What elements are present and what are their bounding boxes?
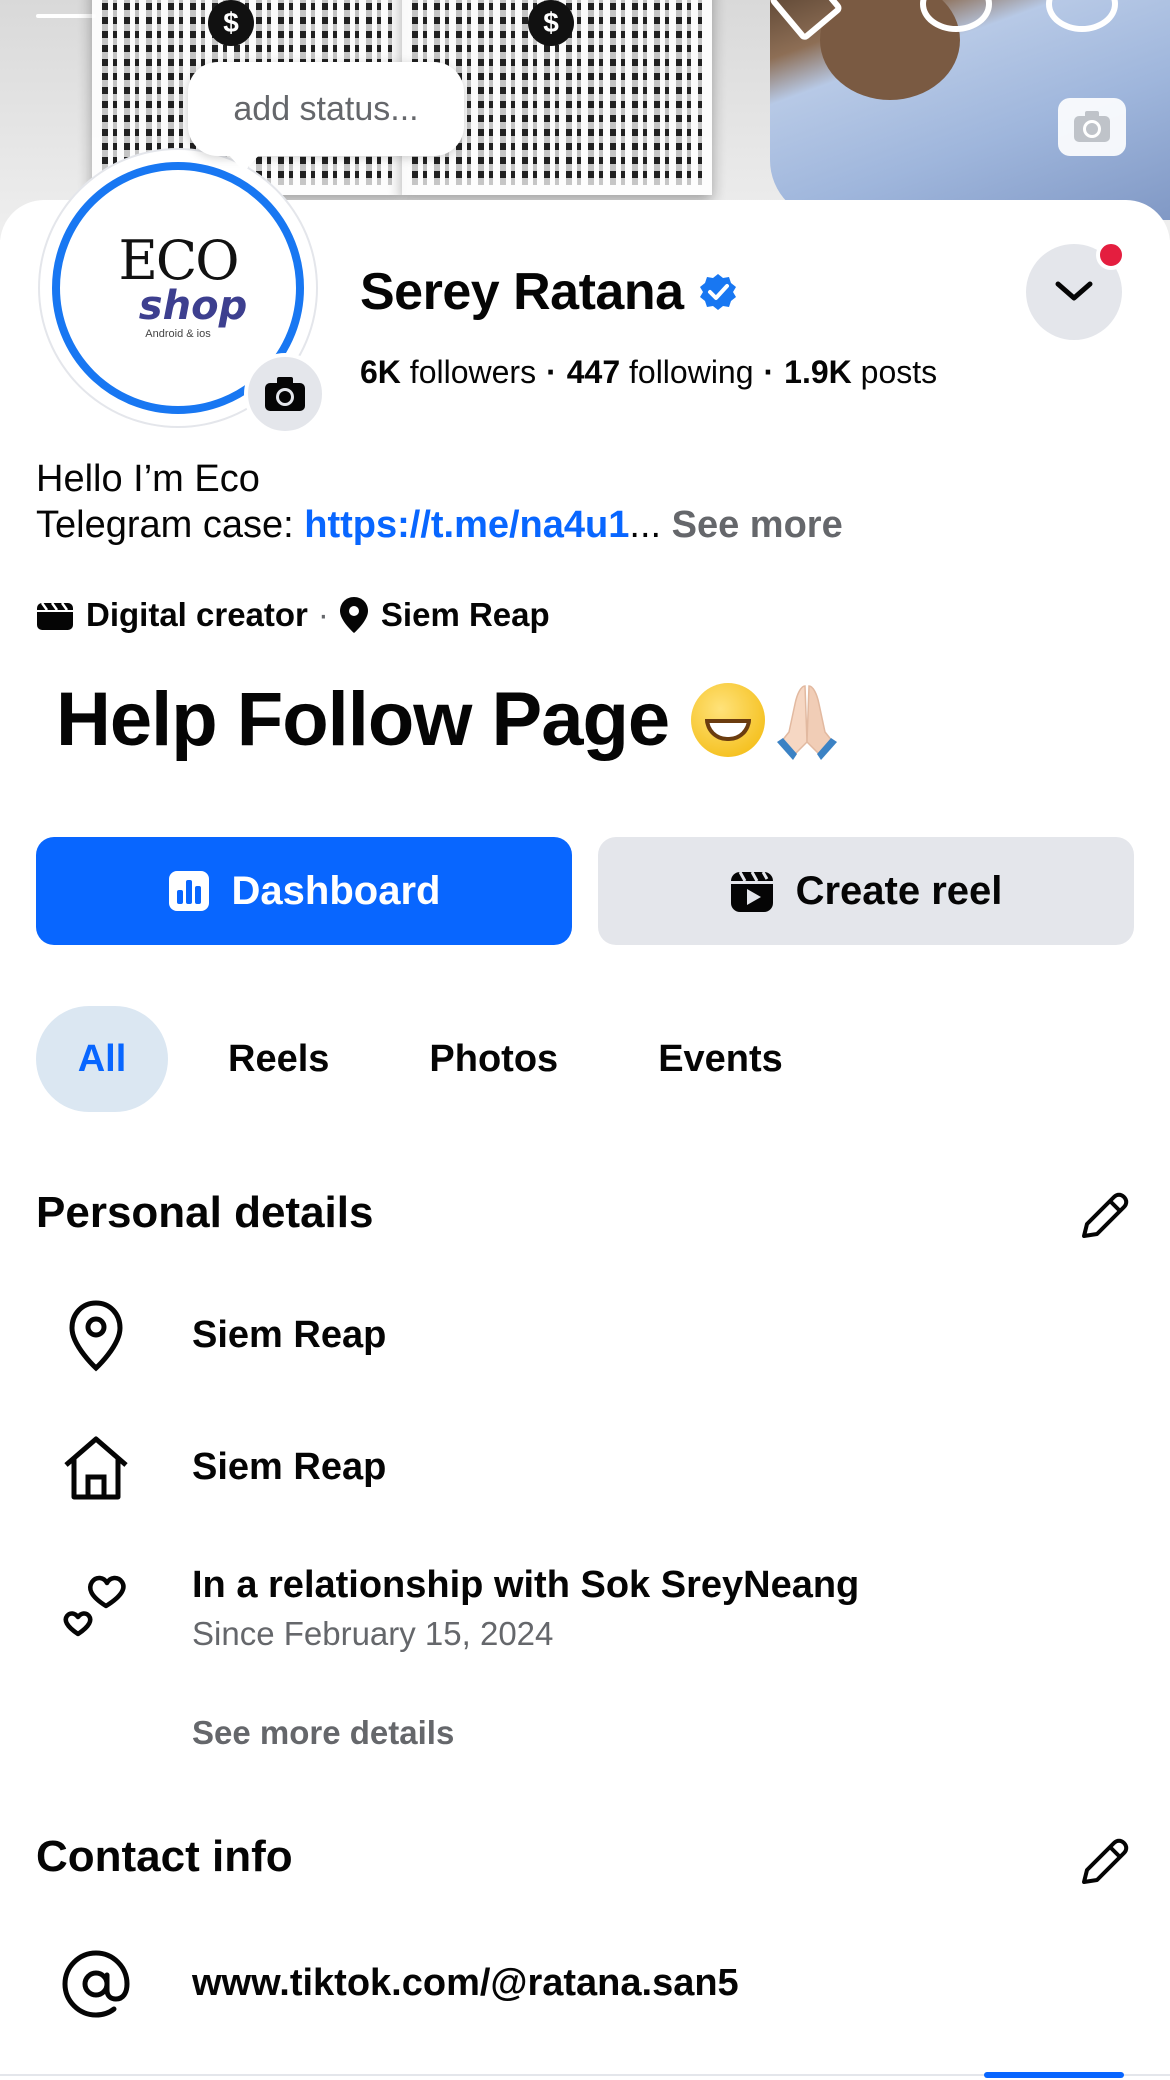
- location-pin-icon: [56, 1296, 136, 1376]
- notification-dot: [1096, 240, 1126, 270]
- website-link[interactable]: www.tiktok.com/@ratana.san5: [192, 1962, 739, 2005]
- edit-personal-details-icon[interactable]: [1076, 1188, 1132, 1244]
- avatar-camera-button[interactable]: [244, 353, 326, 435]
- dollar-icon: $: [208, 0, 254, 46]
- profile-options-button[interactable]: [1026, 240, 1126, 340]
- create-reel-button[interactable]: Create reel: [598, 837, 1134, 945]
- create-reel-label: Create reel: [795, 868, 1003, 913]
- profile-card: add status... ECO shop Android & ios Ser…: [0, 62, 1170, 2080]
- clapperboard-icon: [37, 602, 73, 630]
- detail-row-website[interactable]: www.tiktok.com/@ratana.san5: [56, 1944, 739, 2024]
- home-icon: [56, 1428, 136, 1508]
- tab-reels[interactable]: Reels: [198, 1006, 359, 1112]
- see-more-link[interactable]: See more: [672, 504, 843, 546]
- contact-info-title: Contact info: [36, 1832, 293, 1881]
- posts-stat[interactable]: 1.9K posts: [784, 354, 937, 390]
- dashboard-label: Dashboard: [231, 868, 441, 913]
- see-more-details-link[interactable]: See more details: [192, 1714, 454, 1752]
- tab-indicator: [984, 2072, 1124, 2078]
- detail-row-hometown[interactable]: Siem Reap: [56, 1428, 386, 1508]
- relationship-text: In a relationship with Sok SreyNeang: [192, 1564, 860, 1606]
- headline: Help Follow Page: [56, 676, 847, 763]
- category-label: Digital creator: [86, 596, 308, 633]
- camera-icon: [265, 377, 305, 411]
- profile-stats: 6K followers · 447 following · 1.9K posts: [360, 354, 938, 390]
- status-placeholder: add status...: [233, 89, 419, 128]
- detail-row-current-city[interactable]: Siem Reap: [56, 1296, 386, 1376]
- detail-text: Siem Reap: [192, 1314, 387, 1356]
- relationship-since: Since February 15, 2024: [192, 1615, 554, 1652]
- profile-meta: Digital creator · Siem Reap: [36, 596, 550, 634]
- detail-row-relationship[interactable]: In a relationship with Sok SreyNeang Sin…: [56, 1564, 859, 1652]
- dollar-icon: $: [528, 0, 574, 46]
- location-pin-icon: [339, 597, 368, 633]
- tab-events[interactable]: Events: [628, 1006, 813, 1112]
- logo-text-shop: shop: [138, 283, 248, 329]
- chevron-down-icon: [1055, 281, 1093, 301]
- chart-icon: [168, 871, 209, 911]
- tab-all[interactable]: All: [36, 1006, 168, 1112]
- detail-text: Siem Reap: [192, 1446, 387, 1488]
- edit-contact-info-icon[interactable]: [1076, 1834, 1132, 1890]
- verified-badge-icon: [699, 274, 736, 310]
- at-icon: [56, 1944, 136, 2024]
- folded-hands-emoji-icon: [777, 684, 838, 760]
- reel-icon: [730, 871, 773, 912]
- add-status-bubble[interactable]: add status...: [188, 62, 464, 172]
- profile-bio: Hello I’m Eco Telegram case: https://t.m…: [36, 456, 843, 548]
- dashboard-button[interactable]: Dashboard: [36, 837, 572, 945]
- bio-line-1: Hello I’m Eco: [36, 458, 260, 500]
- profile-name-row: Serey Ratana: [360, 262, 738, 322]
- cover-camera-icon[interactable]: [1058, 98, 1126, 156]
- tab-photos[interactable]: Photos: [399, 1006, 588, 1112]
- profile-name: Serey Ratana: [360, 263, 684, 321]
- location-label: Siem Reap: [380, 596, 550, 633]
- headline-text: Help Follow Page: [56, 677, 670, 762]
- personal-details-title: Personal details: [36, 1188, 374, 1237]
- hearts-icon: [56, 1564, 136, 1644]
- grinning-face-emoji-icon: [691, 682, 766, 757]
- profile-tabs: All Reels Photos Events: [36, 1006, 813, 1112]
- logo-text-sub: Android & ios: [145, 328, 211, 340]
- menu-icon[interactable]: [36, 14, 96, 18]
- following-stat[interactable]: 447 following: [567, 354, 754, 390]
- bio-line-2: Telegram case: https://t.me/na4u1... See…: [36, 504, 843, 546]
- followers-stat[interactable]: 6K followers: [360, 354, 536, 390]
- logo-text-eco: ECO: [118, 229, 239, 292]
- telegram-link[interactable]: https://t.me/na4u1: [304, 504, 629, 546]
